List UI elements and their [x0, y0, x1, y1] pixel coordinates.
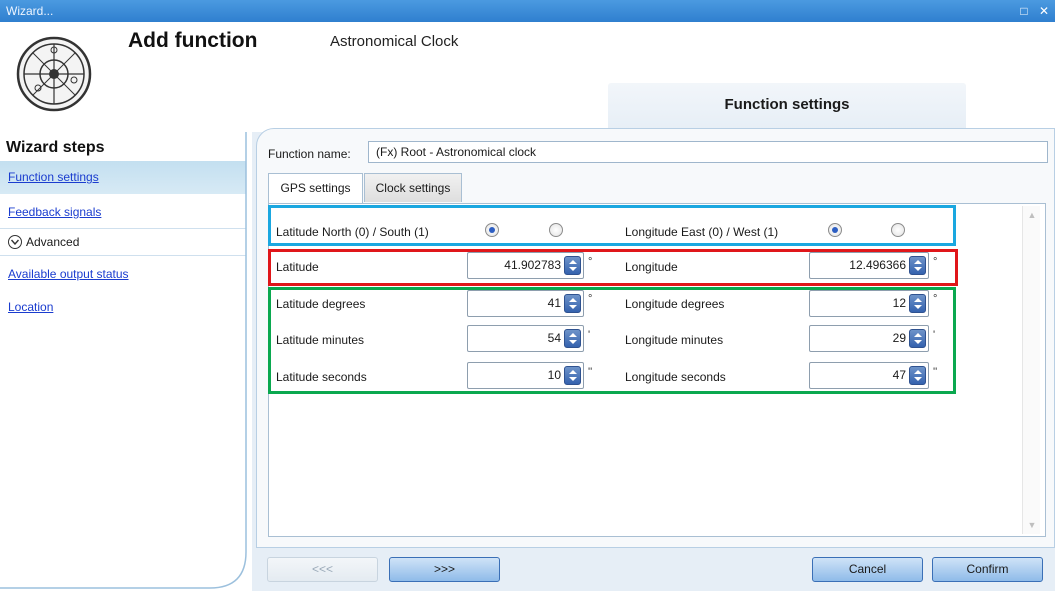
- latitude-spinner[interactable]: 41.902783: [467, 252, 584, 279]
- latitude-degrees-label: Latitude degrees: [276, 297, 366, 311]
- spinner-arrows-icon[interactable]: [564, 256, 581, 275]
- scroll-up-icon[interactable]: ▲: [1027, 210, 1037, 220]
- sidebar-item-advanced[interactable]: Advanced: [0, 228, 246, 256]
- latitude-seconds-spinner[interactable]: 10: [467, 362, 584, 389]
- confirm-button[interactable]: Confirm: [932, 557, 1043, 582]
- spinner-arrows-icon[interactable]: [564, 366, 581, 385]
- vertical-scrollbar[interactable]: ▲ ▼: [1022, 206, 1040, 534]
- latitude-unit: °: [588, 256, 593, 268]
- longitude-minutes-value: 29: [892, 331, 906, 345]
- latitude-minutes-value: 54: [547, 331, 561, 345]
- latitude-minutes-spinner[interactable]: 54: [467, 325, 584, 352]
- longitude-east-radio[interactable]: [828, 223, 842, 237]
- wizard-steps-sidebar: Wizard steps Function settings Feedback …: [0, 132, 252, 591]
- wizard-header: Add function Astronomical Clock Function…: [0, 22, 1055, 132]
- minute-unit: ': [933, 329, 936, 341]
- latitude-north-radio[interactable]: [485, 223, 499, 237]
- longitude-degrees-spinner[interactable]: 12: [809, 290, 929, 317]
- longitude-minutes-spinner[interactable]: 29: [809, 325, 929, 352]
- longitude-seconds-value: 47: [892, 368, 906, 382]
- latitude-degrees-value: 41: [547, 296, 561, 310]
- degree-unit: °: [588, 293, 593, 305]
- longitude-spinner[interactable]: 12.496366: [809, 252, 929, 279]
- longitude-label: Longitude: [625, 260, 678, 274]
- astronomical-clock-icon: [12, 28, 96, 120]
- longitude-value: 12.496366: [849, 258, 906, 272]
- spinner-arrows-icon[interactable]: [909, 329, 926, 348]
- function-name-input[interactable]: (Fx) Root - Astronomical clock: [368, 141, 1048, 163]
- scroll-down-icon[interactable]: ▼: [1027, 520, 1037, 530]
- latitude-value: 41.902783: [504, 258, 561, 272]
- tab-clock-settings[interactable]: Clock settings: [364, 173, 462, 202]
- longitude-degrees-value: 12: [892, 296, 906, 310]
- latitude-ns-label: Latitude North (0) / South (1): [276, 225, 429, 239]
- longitude-west-radio[interactable]: [891, 223, 905, 237]
- longitude-minutes-label: Longitude minutes: [625, 333, 724, 347]
- page-title: Add function: [128, 29, 258, 52]
- longitude-unit: °: [933, 256, 938, 268]
- latitude-seconds-label: Latitude seconds: [276, 370, 367, 384]
- close-icon[interactable]: ✕: [1036, 3, 1052, 19]
- latitude-south-radio[interactable]: [549, 223, 563, 237]
- longitude-ew-label: Longitude East (0) / West (1): [625, 225, 779, 239]
- previous-button[interactable]: <<<: [267, 557, 378, 582]
- spinner-arrows-icon[interactable]: [564, 329, 581, 348]
- maximize-icon[interactable]: □: [1016, 3, 1032, 19]
- longitude-degrees-label: Longitude degrees: [625, 297, 725, 311]
- minute-unit: ': [588, 329, 591, 341]
- second-unit: '': [588, 366, 593, 378]
- next-button[interactable]: >>>: [389, 557, 500, 582]
- sidebar-item-label: Advanced: [26, 235, 80, 249]
- tab-gps-settings[interactable]: GPS settings: [268, 173, 363, 204]
- latitude-degrees-spinner[interactable]: 41: [467, 290, 584, 317]
- longitude-seconds-spinner[interactable]: 47: [809, 362, 929, 389]
- latitude-label: Latitude: [276, 260, 319, 274]
- function-name-label: Function name:: [268, 147, 351, 161]
- section-tab-function-settings: Function settings: [608, 83, 966, 132]
- page-subtitle: Astronomical Clock: [330, 33, 459, 50]
- cancel-button[interactable]: Cancel: [812, 557, 923, 582]
- sidebar-item-available-output-status[interactable]: Available output status: [0, 258, 246, 291]
- chevron-down-icon: [8, 234, 22, 249]
- window-titlebar: Wizard... □ ✕: [0, 0, 1055, 22]
- longitude-seconds-label: Longitude seconds: [625, 370, 726, 384]
- latitude-seconds-value: 10: [547, 368, 561, 382]
- spinner-arrows-icon[interactable]: [909, 256, 926, 275]
- spinner-arrows-icon[interactable]: [909, 366, 926, 385]
- second-unit: '': [933, 366, 938, 378]
- sidebar-heading: Wizard steps: [6, 139, 105, 156]
- sidebar-item-feedback-signals[interactable]: Feedback signals: [0, 196, 246, 229]
- latitude-minutes-label: Latitude minutes: [276, 333, 365, 347]
- degree-unit: °: [933, 293, 938, 305]
- sidebar-item-location[interactable]: Location: [0, 291, 246, 324]
- sidebar-item-function-settings[interactable]: Function settings: [0, 161, 246, 194]
- spinner-arrows-icon[interactable]: [909, 294, 926, 313]
- spinner-arrows-icon[interactable]: [564, 294, 581, 313]
- window-title: Wizard...: [6, 4, 54, 18]
